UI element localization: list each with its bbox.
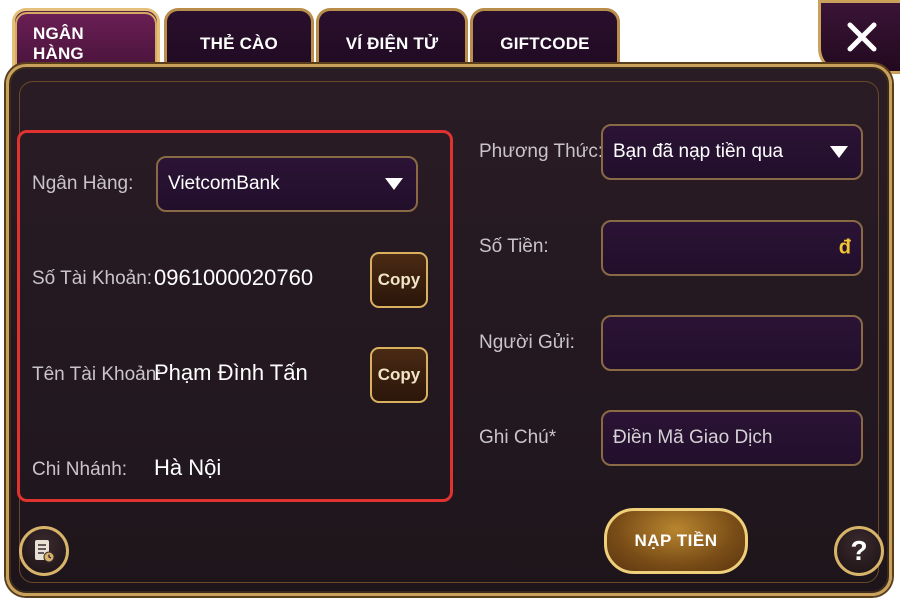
copy-label: Copy xyxy=(377,270,421,289)
account-number-label: Số Tài Khoản: xyxy=(32,268,153,289)
help-icon: ? xyxy=(850,535,868,566)
account-number-value: 0961000020760 xyxy=(154,265,314,290)
bank-label: Ngân Hàng: xyxy=(32,173,134,194)
deposit-submit-label: NẠP TIỀN xyxy=(634,531,718,550)
sender-label: Người Gửi: xyxy=(479,332,575,353)
note-label: Ghi Chú* xyxy=(479,427,557,448)
deposit-submit-button[interactable]: NẠP TIỀN xyxy=(604,508,748,574)
note-input[interactable]: Điền Mã Giao Dịch xyxy=(601,410,863,466)
history-button[interactable] xyxy=(19,526,69,576)
bank-select-value: VietcomBank xyxy=(168,173,280,194)
help-button[interactable]: ? xyxy=(834,526,884,576)
branch-value: Hà Nội xyxy=(154,455,222,480)
copy-account-name-button[interactable]: Copy xyxy=(370,347,428,403)
tab-the-cao-label: THẺ CÀO xyxy=(200,34,278,53)
sender-input[interactable] xyxy=(601,315,863,371)
tab-giftcode-label: GIFTCODE xyxy=(500,34,590,53)
account-name-value: Phạm Đình Tấn xyxy=(154,360,308,385)
close-button[interactable] xyxy=(818,0,900,74)
method-label: Phương Thức: xyxy=(479,141,604,162)
close-icon xyxy=(847,22,877,52)
amount-label: Số Tiền: xyxy=(479,236,549,257)
tab-vi-dien-tu-label: VÍ ĐIỆN TỬ xyxy=(345,34,439,53)
history-icon xyxy=(35,540,55,563)
chevron-down-icon xyxy=(830,146,848,158)
method-select[interactable]: Bạn đã nạp tiền qua xyxy=(601,124,863,180)
chevron-down-icon xyxy=(385,178,403,190)
branch-label: Chi Nhánh: xyxy=(32,459,128,480)
amount-input[interactable]: đ xyxy=(601,220,863,276)
note-placeholder: Điền Mã Giao Dịch xyxy=(613,427,773,448)
bank-select[interactable]: VietcomBank xyxy=(156,156,418,212)
account-name-label: Tên Tài Khoản: xyxy=(32,364,162,385)
copy-label: Copy xyxy=(377,365,421,384)
copy-account-number-button[interactable]: Copy xyxy=(370,252,428,308)
method-select-value: Bạn đã nạp tiền qua xyxy=(613,141,784,162)
currency-symbol: đ xyxy=(838,236,851,259)
